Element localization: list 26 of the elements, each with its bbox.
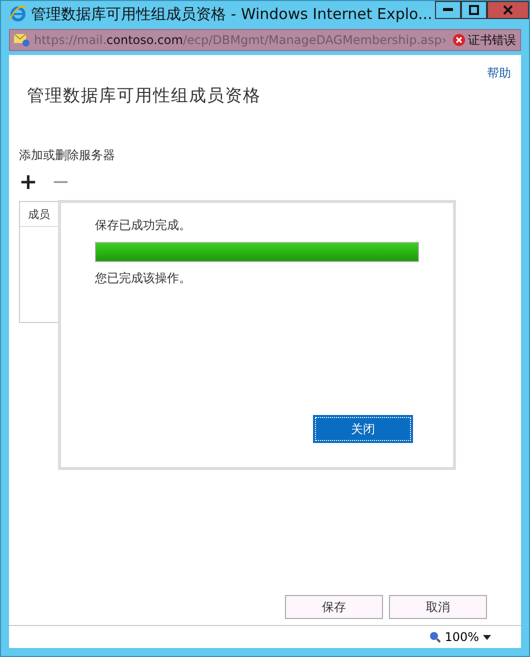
status-message: 保存已成功完成。	[95, 217, 192, 234]
close-dialog-button[interactable]: 关闭	[315, 417, 411, 441]
envelope-icon	[14, 33, 30, 47]
certificate-error-button[interactable]: 证书错误	[453, 32, 516, 48]
minimize-icon	[443, 8, 453, 12]
minimize-button[interactable]	[435, 1, 461, 19]
column-header: 成员	[28, 206, 50, 222]
close-icon	[503, 5, 513, 15]
error-icon	[453, 34, 465, 46]
maximize-button[interactable]	[461, 1, 487, 19]
browser-logo-icon	[9, 5, 27, 23]
help-link[interactable]: 帮助	[487, 65, 511, 82]
detail-message: 您已完成该操作。	[95, 270, 192, 287]
dialog-action-button[interactable]: 保存	[285, 595, 383, 619]
maximize-icon	[469, 5, 479, 15]
zoom-level[interactable]: 100%	[444, 630, 479, 644]
close-button[interactable]	[487, 1, 529, 19]
dropdown-icon[interactable]	[483, 634, 491, 640]
window-title: 管理数据库可用性组成员资格 - Windows Internet Explo...	[31, 4, 432, 24]
url-text: https://mail.contoso.com/ecp/DBMgmt/ManageDAGMembership.asp›	[34, 33, 448, 47]
zoom-icon	[428, 631, 441, 643]
address-bar[interactable]: https://mail.contoso.com/ecp/DBMgmt/ManageDAGMembership.asp› 证书错误	[9, 29, 521, 51]
page-heading: 管理数据库可用性组成员资格	[27, 85, 262, 107]
dialog-action-button[interactable]: 取消	[389, 595, 487, 619]
add-button[interactable]: +	[19, 170, 38, 195]
section-label: 添加或删除服务器	[19, 147, 116, 164]
